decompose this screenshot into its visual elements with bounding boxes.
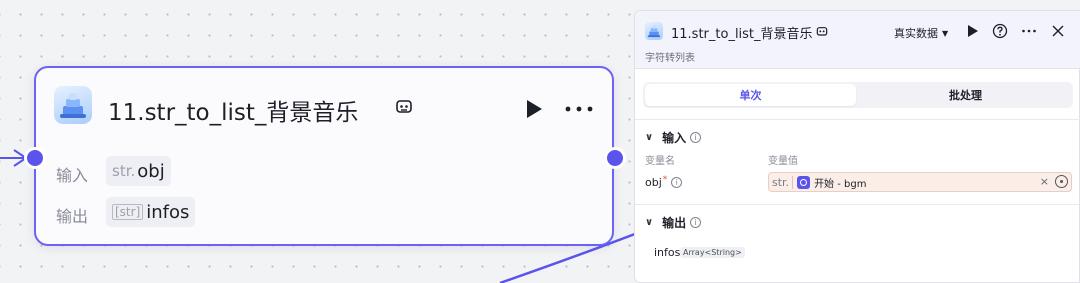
node-output-chip: [str] infos <box>106 197 196 227</box>
string-type-tag: str. <box>772 175 794 189</box>
close-icon[interactable] <box>1050 23 1066 39</box>
node-input-chip: str. obj <box>106 156 171 186</box>
chevron-down-icon[interactable]: ∨ <box>645 132 653 143</box>
node-title: 11.str_to_list_背景音乐 <box>108 100 359 126</box>
output-section-title: 输出 <box>662 216 687 230</box>
help-icon[interactable] <box>992 23 1008 39</box>
input-var-name: obj * i <box>645 174 683 189</box>
data-mode-select[interactable]: 真实数据 ▼ <box>894 25 948 41</box>
data-mode-label: 真实数据 <box>894 27 938 40</box>
caret-down-icon: ▼ <box>942 28 949 38</box>
var-name-column-label: 变量名 <box>645 156 675 167</box>
run-mode-tabs: 单次 批处理 <box>643 82 1073 108</box>
tab-single[interactable]: 单次 <box>645 84 856 106</box>
panel-title: 11.str_to_list_背景音乐 <box>671 27 813 42</box>
clear-icon[interactable]: × <box>1040 175 1049 188</box>
input-var-value-field[interactable]: str. 开始 - bgm × <box>768 172 1072 192</box>
workflow-node[interactable]: 11.str_to_list_背景音乐 输入 str. obj 输出 [str]… <box>34 66 614 246</box>
info-icon[interactable]: i <box>690 217 702 228</box>
chevron-down-icon[interactable]: ∨ <box>645 217 653 228</box>
workflow-canvas[interactable]: 11.str_to_list_背景音乐 输入 str. obj 输出 [str]… <box>0 0 1080 283</box>
node-output-label: 输出 <box>56 207 89 226</box>
panel-subtitle: 字符转列表 <box>645 53 695 64</box>
divider <box>635 119 1080 120</box>
start-node-icon <box>797 175 811 189</box>
info-icon[interactable]: i <box>671 177 683 188</box>
play-icon[interactable] <box>524 98 544 120</box>
workflow-node-icon <box>645 22 663 40</box>
variable-reference-chip[interactable]: 开始 - bgm <box>797 175 866 190</box>
tab-batch[interactable]: 批处理 <box>860 84 1071 106</box>
output-section-header[interactable]: ∨ 输出 i <box>645 214 702 231</box>
robot-icon <box>816 27 828 36</box>
target-icon[interactable] <box>1055 175 1068 188</box>
info-icon[interactable]: i <box>690 132 702 143</box>
play-icon[interactable] <box>964 23 980 39</box>
node-debug-panel: 11.str_to_list_背景音乐 字符转列表 真实数据 ▼ 单次 批处理 … <box>634 10 1080 283</box>
node-input-port[interactable] <box>24 147 46 169</box>
node-output-value: infos <box>146 201 190 223</box>
string-type-tag: str. <box>112 162 136 180</box>
robot-icon <box>396 100 412 113</box>
node-input-label: 输入 <box>56 166 89 185</box>
variable-reference-text: 开始 - bgm <box>814 178 867 190</box>
output-var-type-badge: Array<String> <box>680 247 745 258</box>
input-section-header[interactable]: ∨ 输入 i <box>645 129 702 146</box>
node-input-value: obj <box>137 160 165 182</box>
more-icon[interactable] <box>1021 23 1037 39</box>
output-var-name: infos <box>654 246 681 259</box>
required-mark: * <box>662 174 668 185</box>
divider <box>635 204 1080 205</box>
input-section-title: 输入 <box>662 131 687 145</box>
panel-header: 11.str_to_list_背景音乐 字符转列表 真实数据 ▼ <box>635 11 1080 69</box>
var-value-column-label: 变量值 <box>768 156 798 167</box>
workflow-node-icon <box>54 86 92 124</box>
string-array-type-tag: [str] <box>112 204 144 220</box>
node-output-port[interactable] <box>604 147 626 169</box>
input-var-name-text: obj <box>645 176 662 189</box>
more-icon[interactable] <box>564 100 594 118</box>
